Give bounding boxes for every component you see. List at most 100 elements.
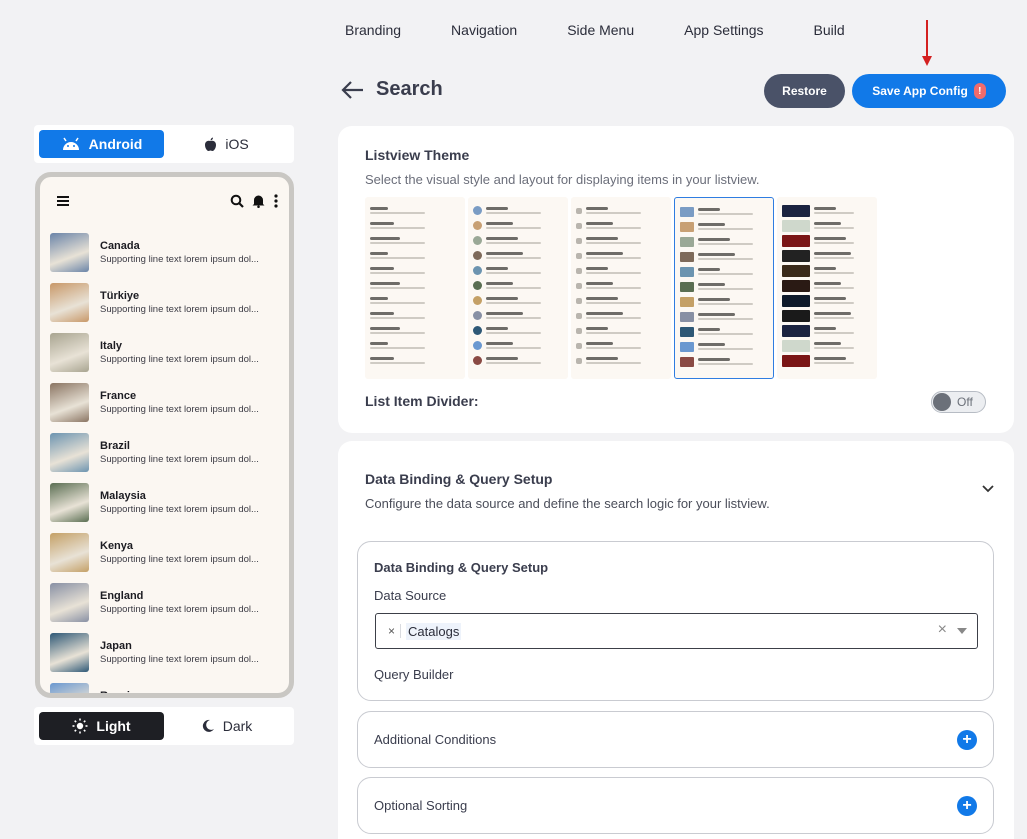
light-label: Light — [96, 718, 131, 734]
data-source-select[interactable]: × Catalogs × — [375, 613, 978, 649]
theme-option-text[interactable] — [365, 197, 465, 379]
list-item[interactable]: Kenya Supporting line text lorem ipsum do… — [40, 527, 289, 577]
list-icon — [576, 312, 582, 319]
sun-icon — [72, 718, 88, 734]
list-item-divider-toggle[interactable]: Off — [931, 391, 986, 413]
optional-sorting-panel[interactable]: Optional Sorting + — [357, 777, 994, 834]
nav-app-settings[interactable]: App Settings — [672, 18, 775, 42]
theme-preview-row — [370, 353, 460, 368]
nav-branding[interactable]: Branding — [333, 18, 413, 42]
ios-label: iOS — [225, 136, 249, 152]
nav-side-menu[interactable]: Side Menu — [555, 18, 646, 42]
text-line — [586, 207, 608, 210]
text-line — [370, 287, 425, 289]
list-icon — [576, 267, 582, 274]
ios-tab[interactable]: iOS — [164, 130, 289, 158]
preview-list: Canada Supporting line text lorem ipsum d… — [40, 227, 289, 693]
theme-preview-row — [370, 323, 460, 338]
list-item[interactable]: RussiaSupporting line text lorem ipsum d… — [40, 677, 289, 693]
thumbnail-image — [50, 532, 89, 572]
list-item-subtitle: Supporting line text lorem ipsum dol... — [100, 353, 259, 365]
text-lines — [486, 237, 541, 244]
add-condition-icon[interactable]: + — [957, 730, 977, 750]
thumbnail-image — [50, 582, 89, 622]
thumbnail-image — [50, 432, 89, 472]
theme-option-image[interactable] — [674, 197, 774, 379]
android-icon — [62, 137, 79, 150]
text-line — [586, 212, 641, 214]
text-lines — [586, 267, 641, 274]
listview-theme-card: Listview Theme Select the visual style a… — [338, 126, 1014, 433]
text-lines — [486, 282, 541, 289]
theme-preview-row — [576, 203, 666, 218]
theme-preview-row — [370, 203, 460, 218]
dark-theme-tab[interactable]: Dark — [164, 712, 289, 740]
theme-option-dark[interactable] — [777, 197, 877, 379]
text-line — [486, 242, 541, 244]
data-binding-panel: Data Binding & Query Setup Data Source ×… — [357, 541, 994, 701]
search-icon[interactable] — [230, 194, 244, 208]
bell-icon[interactable] — [252, 194, 265, 208]
more-vert-icon[interactable] — [273, 194, 279, 208]
text-line — [698, 363, 753, 365]
list-item-title: Canada — [100, 239, 140, 252]
list-item[interactable]: Italy Supporting line text lorem ipsum do… — [40, 327, 289, 377]
android-label: Android — [88, 136, 143, 152]
thumbnail-image — [50, 282, 89, 322]
back-arrow-icon[interactable] — [340, 78, 366, 102]
save-app-config-button[interactable]: Save App Config ! — [852, 74, 1006, 108]
text-lines — [698, 283, 753, 290]
list-item[interactable]: Japan Supporting line text lorem ipsum do… — [40, 627, 289, 677]
list-icon — [576, 357, 582, 364]
list-item[interactable]: England Supporting line text lorem ipsum … — [40, 577, 289, 627]
list-item[interactable]: Türkiye Supporting line text lorem ipsum … — [40, 277, 289, 327]
text-line — [486, 357, 518, 360]
text-line — [698, 208, 720, 211]
list-icon — [576, 342, 582, 349]
text-lines — [814, 357, 854, 364]
android-tab[interactable]: Android — [39, 130, 164, 158]
additional-conditions-panel[interactable]: Additional Conditions + — [357, 711, 994, 768]
list-item-text: Türkiye Supporting line text lorem ipsum … — [100, 289, 270, 316]
list-item-title: Italy — [100, 339, 123, 352]
chip-remove-icon[interactable]: × — [383, 624, 402, 638]
text-lines — [814, 327, 854, 334]
text-lines — [814, 312, 854, 319]
text-line — [370, 252, 388, 255]
restore-button[interactable]: Restore — [764, 74, 845, 108]
theme-option-avatar[interactable] — [468, 197, 568, 379]
text-lines — [698, 358, 753, 365]
text-lines — [698, 238, 753, 245]
chevron-down-icon[interactable] — [982, 485, 994, 493]
theme-option-icon[interactable] — [571, 197, 671, 379]
clear-icon[interactable]: × — [938, 621, 947, 639]
list-item-title: Türkiye — [100, 289, 140, 302]
avatar — [473, 356, 482, 365]
text-line — [486, 312, 523, 315]
text-line — [814, 362, 854, 364]
list-item[interactable]: Canada Supporting line text lorem ipsum d… — [40, 227, 289, 277]
list-item[interactable]: France Supporting line text lorem ipsum d… — [40, 377, 289, 427]
text-line — [370, 327, 400, 330]
nav-build[interactable]: Build — [802, 18, 857, 42]
unsaved-warning-badge: ! — [973, 83, 986, 99]
data-source-chip: × Catalogs — [383, 622, 462, 640]
list-item-text: England Supporting line text lorem ipsum … — [100, 589, 270, 616]
text-line — [698, 223, 725, 226]
nav-navigation[interactable]: Navigation — [439, 18, 529, 42]
text-line — [486, 252, 523, 255]
hamburger-menu-icon[interactable] — [56, 195, 70, 207]
text-line — [486, 327, 508, 330]
text-lines — [814, 252, 854, 259]
list-icon — [576, 237, 582, 244]
listview-theme-description: Select the visual style and layout for d… — [365, 172, 760, 187]
thumbnail-image — [782, 219, 810, 232]
list-item[interactable]: Malaysia Supporting line text lorem ipsum… — [40, 477, 289, 527]
caret-down-icon[interactable] — [957, 628, 967, 634]
add-sorting-icon[interactable]: + — [957, 796, 977, 816]
list-item[interactable]: Brazil Supporting line text lorem ipsum d… — [40, 427, 289, 477]
text-lines — [814, 222, 854, 229]
list-item-text: Malaysia Supporting line text lorem ipsum… — [100, 489, 270, 516]
light-theme-tab[interactable]: Light — [39, 712, 164, 740]
thumbnail-image — [50, 482, 89, 522]
